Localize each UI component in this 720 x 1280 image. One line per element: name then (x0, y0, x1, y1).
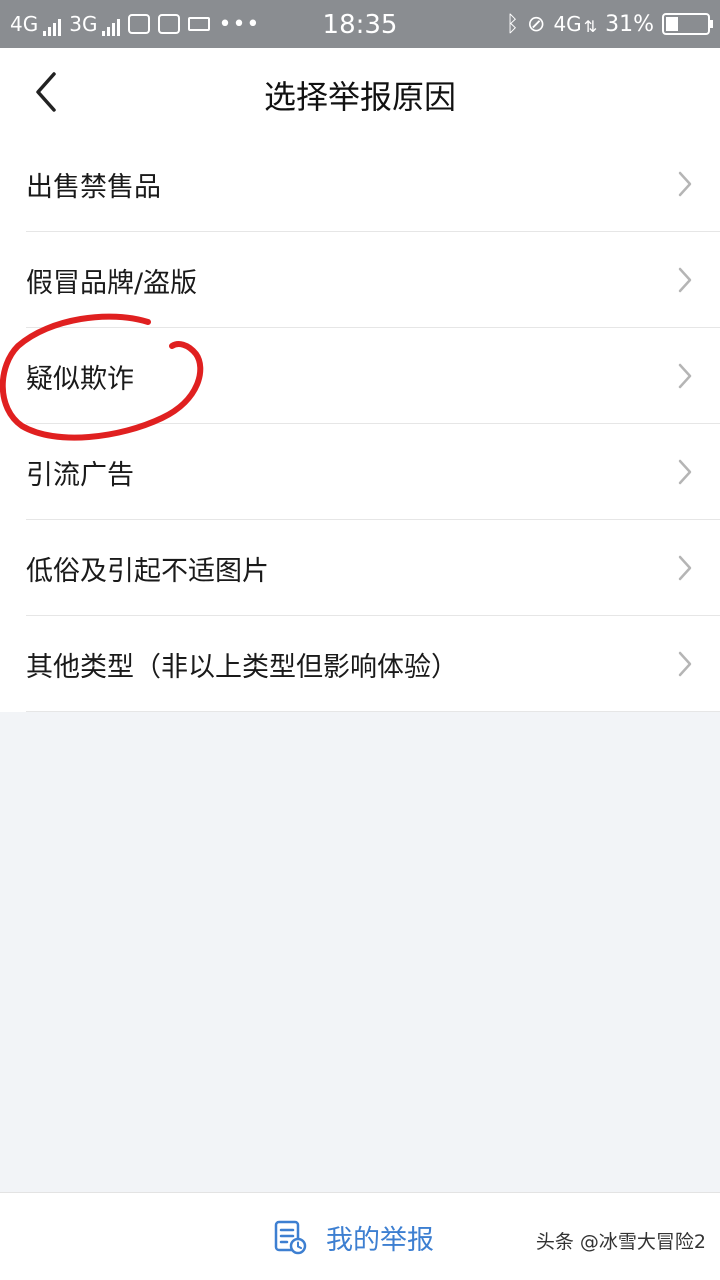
reason-list: 出售禁售品 假冒品牌/盗版 疑似欺诈 引流广告 低俗及引起不适图片 其他类型（非… (0, 136, 720, 712)
status-right: ᛒ ⊘ 4G ⇅ 31% (505, 0, 713, 48)
watermark: 头条 @冰雪大冒险2 (535, 1231, 706, 1253)
chevron-right-icon (678, 171, 692, 197)
reason-item-other[interactable]: 其他类型（非以上类型但影响体验） (0, 616, 720, 712)
reason-label: 引流广告 (26, 459, 134, 491)
data-arrows-icon: ⇅ (583, 17, 598, 36)
reason-label: 低俗及引起不适图片 (26, 555, 269, 587)
bottom-bar: 我的举报 头条 @冰雪大冒险2 (0, 1192, 720, 1280)
my-report-button[interactable]: 我的举报 (272, 1215, 434, 1259)
header: 选择举报原因 (0, 48, 720, 136)
chevron-right-icon (678, 555, 692, 581)
reason-label: 其他类型（非以上类型但影响体验） (26, 651, 458, 683)
chevron-right-icon (678, 459, 692, 485)
reason-item-counterfeit[interactable]: 假冒品牌/盗版 (0, 232, 720, 328)
reason-item-spam-ads[interactable]: 引流广告 (0, 424, 720, 520)
reason-item-suspected-fraud[interactable]: 疑似欺诈 (0, 328, 720, 424)
battery-percent: 31% (605, 11, 654, 37)
report-list-icon (274, 1220, 307, 1255)
reason-label: 疑似欺诈 (26, 363, 134, 395)
reason-label: 出售禁售品 (26, 171, 161, 203)
chevron-right-icon (678, 267, 692, 293)
divider (26, 711, 720, 712)
data-4g-label: 4G (553, 12, 582, 36)
bluetooth-icon: ᛒ (505, 11, 520, 37)
battery-fill (666, 17, 678, 31)
reason-label: 假冒品牌/盗版 (26, 267, 198, 299)
data-4g: 4G ⇅ (553, 12, 597, 36)
status-bar: 4G 3G ••• 18:35 ᛒ ⊘ 4G ⇅ 31% (0, 0, 720, 48)
reason-item-prohibited-goods[interactable]: 出售禁售品 (0, 136, 720, 232)
battery-icon (662, 13, 713, 35)
reason-item-vulgar-images[interactable]: 低俗及引起不适图片 (0, 520, 720, 616)
my-report-label: 我的举报 (326, 1224, 434, 1256)
page-title: 选择举报原因 (263, 78, 456, 116)
mute-icon: ⊘ (527, 11, 546, 37)
chevron-right-icon (678, 363, 692, 389)
chevron-right-icon (678, 651, 692, 677)
